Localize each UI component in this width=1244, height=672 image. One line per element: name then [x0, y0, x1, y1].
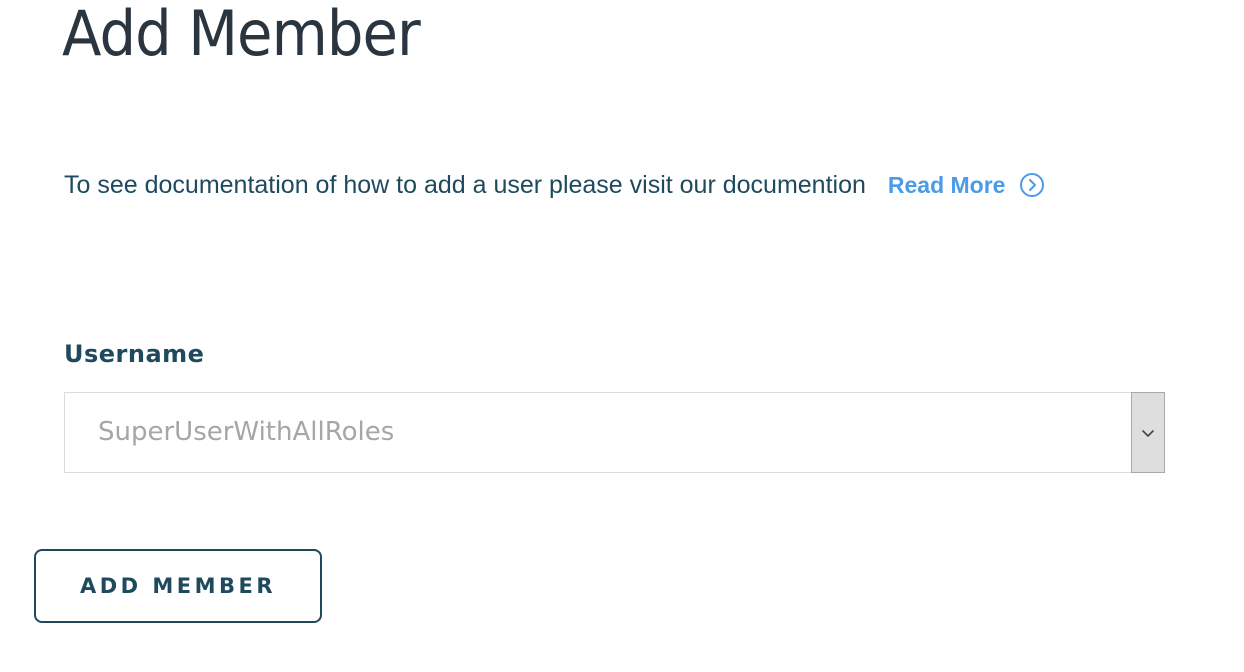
- read-more-link[interactable]: Read More: [888, 172, 1046, 199]
- dropdown-toggle[interactable]: [1131, 392, 1165, 473]
- chevron-right-circle-icon: [1019, 172, 1045, 198]
- chevron-down-icon: [1142, 429, 1154, 437]
- documentation-notice: To see documentation of how to add a use…: [64, 168, 1045, 202]
- username-selected-value: SuperUserWithAllRoles: [98, 417, 395, 447]
- add-member-button[interactable]: ADD MEMBER: [34, 549, 322, 623]
- username-label: Username: [64, 340, 205, 368]
- page-title: Add Member: [62, 0, 421, 70]
- username-select[interactable]: SuperUserWithAllRoles: [64, 392, 1165, 473]
- read-more-label: Read More: [887, 171, 1006, 198]
- documentation-text: To see documentation of how to add a use…: [64, 170, 866, 199]
